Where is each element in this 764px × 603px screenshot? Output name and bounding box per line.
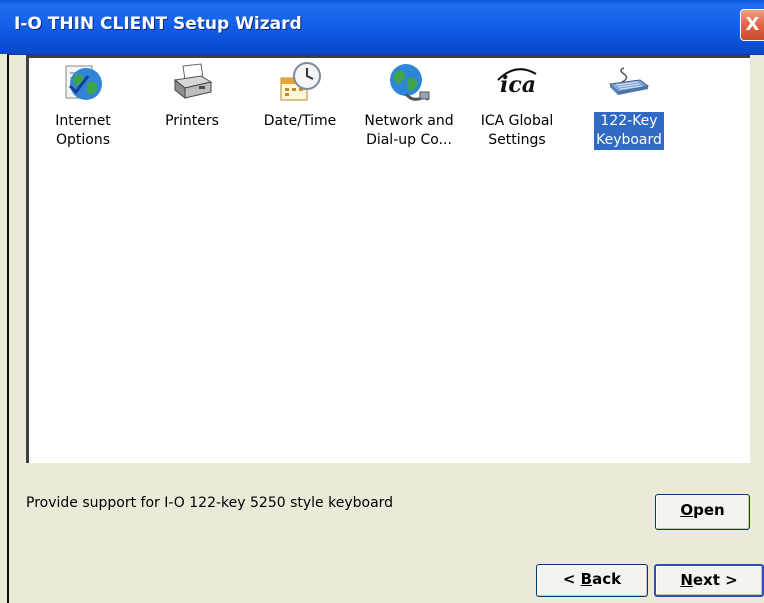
window-left-border [0,54,9,603]
printer-icon [173,63,213,100]
back-label-rest: ack [592,570,622,588]
window-title: I-O THIN CLIENT Setup Wizard [14,14,302,34]
applet-label: Date/Time [263,113,337,129]
internet-options-icon [65,65,102,100]
applet-122-key-keyboard[interactable]: 122-Key Keyboard [570,60,688,150]
ica-icon: ica [497,68,537,98]
open-button[interactable]: Open [655,494,750,530]
keyboard-icon [608,67,650,95]
applet-network-dialup[interactable]: Network and Dial-up Co... [350,60,468,150]
applet-label: 122-Key Keyboard [594,112,664,150]
applet-internet-options[interactable]: Internet Options [24,60,142,150]
description-text: Provide support for I-O 122-key 5250 sty… [26,495,394,511]
setup-wizard-window: I-O THIN CLIENT Setup Wizard X Internet … [0,0,764,603]
back-accel: B [580,570,593,588]
network-globe-icon [390,64,430,101]
applet-label: ICA Global Settings [480,113,554,148]
applet-label: Internet Options [55,113,111,148]
applet-ica-global-settings[interactable]: ica ICA Global Settings [458,60,576,150]
open-label-rest: pen [693,501,725,519]
svg-text:ica: ica [500,72,536,98]
applet-label: Network and Dial-up Co... [364,113,454,148]
next-button[interactable]: Next > [654,564,764,597]
open-accel: O [680,501,694,519]
back-prefix: < [562,570,581,588]
applet-label: Printers [165,113,219,129]
applet-date-time[interactable]: Date/Time [241,60,359,131]
applet-printers[interactable]: Printers [133,60,251,131]
next-label-rest: ext > [692,571,738,589]
date-time-icon [280,62,321,101]
next-accel: N [680,571,693,589]
close-icon: X [745,14,760,35]
border-line [7,54,9,603]
close-button[interactable]: X [740,9,764,41]
title-bar[interactable]: I-O THIN CLIENT Setup Wizard X [0,0,764,55]
back-button[interactable]: < Back [536,564,648,597]
